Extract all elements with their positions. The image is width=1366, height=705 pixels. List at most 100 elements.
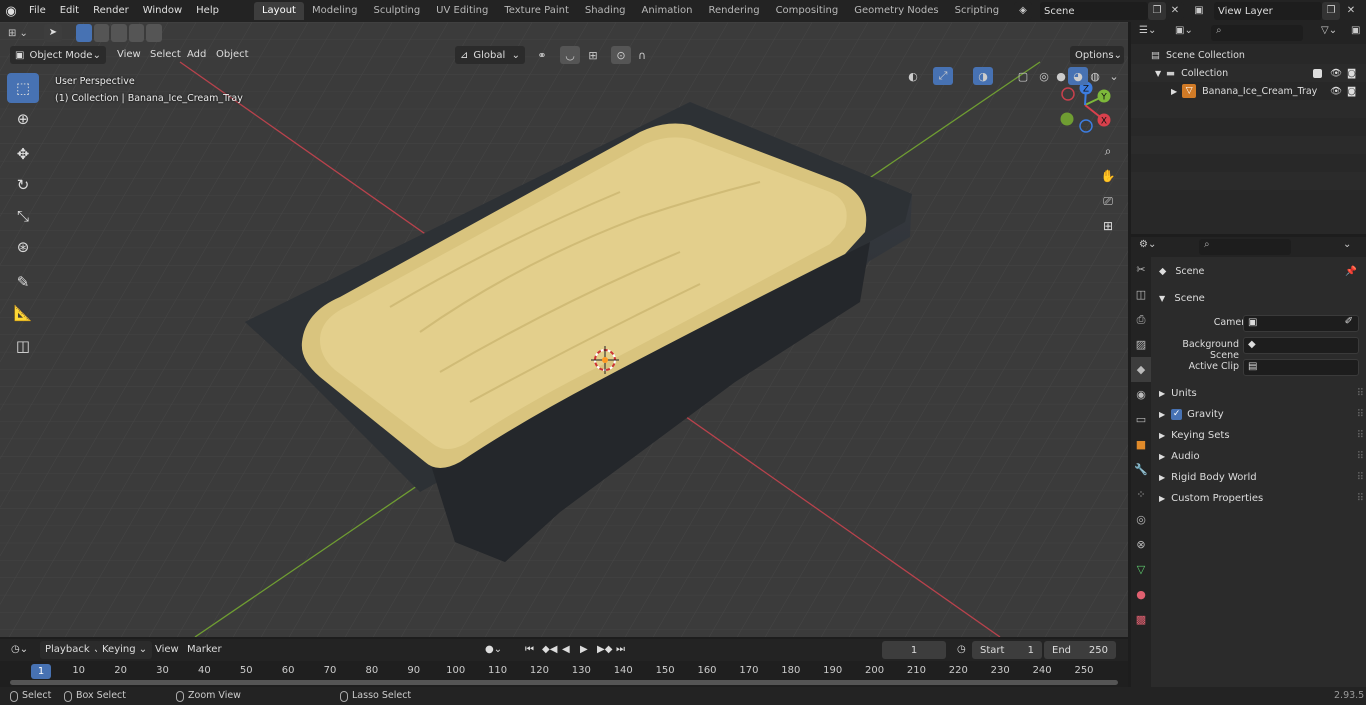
tab-physics-icon[interactable]: ◎ [1131,507,1151,532]
outliner-row-collection[interactable]: ▼ ▬ Collection 👁 ◙ [1131,64,1366,82]
menu-window[interactable]: Window [136,0,189,22]
drag-handle-icon[interactable]: ⠿ [1357,388,1364,399]
camera-field[interactable]: ▣ ✐ [1243,315,1359,332]
tab-render-icon[interactable]: ◫ [1131,282,1151,307]
tab-animation[interactable]: Animation [634,2,701,20]
rotate-tool-icon[interactable]: ↻ [7,170,39,200]
cursor-tool-icon[interactable]: ⊕ [7,104,39,134]
snap-icon[interactable]: ◡ [560,46,580,64]
tab-sculpting[interactable]: Sculpting [365,2,428,20]
pivot-point-icon[interactable]: ⚭ [532,46,552,64]
tab-object-icon[interactable]: ■ [1131,432,1151,457]
viewport-menu-view[interactable]: View [111,46,147,64]
select-extend-icon[interactable] [93,24,110,42]
play-icon[interactable]: ▶ [575,641,593,659]
camera-render-icon[interactable]: ◙ [1347,68,1356,79]
zoom-icon[interactable]: ⌕ [1097,140,1119,162]
timeline-scrollbar[interactable] [10,680,1118,685]
menu-render[interactable]: Render [86,0,136,22]
tab-texture-icon[interactable]: ▩ [1131,607,1151,632]
tab-view-layer-icon[interactable]: ▨ [1131,332,1151,357]
tab-uv-editing[interactable]: UV Editing [428,2,496,20]
overlay-toggle-icon[interactable]: ◑ [973,67,993,85]
gravity-panel-header[interactable]: ▶ ✓ Gravity ⠿ [1153,404,1364,424]
tab-constraints-icon[interactable]: ⊗ [1131,532,1151,557]
expand-arrow-icon[interactable]: ▼ [1155,69,1161,78]
menu-file[interactable]: File [22,0,53,22]
tab-material-icon[interactable]: ● [1131,582,1151,607]
tab-compositing[interactable]: Compositing [768,2,847,20]
proportional-editing-icon[interactable]: ⊙ [611,46,631,64]
eye-icon[interactable]: 👁 [1330,86,1342,97]
custom-properties-panel-header[interactable]: ▶ Custom Properties ⠿ [1153,488,1364,508]
viewport-menu-add[interactable]: Add [181,46,212,64]
select-subtract-icon[interactable] [111,24,127,42]
drag-handle-icon[interactable]: ⠿ [1357,451,1364,462]
blender-logo-icon[interactable]: ◉ [0,0,22,22]
exclude-checkbox[interactable] [1313,68,1322,78]
eyedropper-icon[interactable]: ✐ [1345,316,1353,327]
frame-ruler[interactable]: 1 10 20 30 40 50 60 70 80 90 100 110 120 130 140 150 160… [0,661,1128,687]
tab-rendering[interactable]: Rendering [700,2,767,20]
tab-layout[interactable]: Layout [253,2,304,20]
scale-tool-icon[interactable]: ⤡ [7,201,39,231]
camera-view-icon[interactable]: ⎚ [1097,190,1119,212]
scene-panel-header[interactable]: ▼ Scene [1159,293,1205,304]
pin-icon[interactable]: 📌 [1345,266,1357,277]
drag-handle-icon[interactable]: ⠿ [1357,409,1364,420]
keying-sets-panel-header[interactable]: ▶ Keying Sets ⠿ [1153,425,1364,445]
select-new-icon[interactable] [76,24,92,42]
drag-handle-icon[interactable]: ⠿ [1357,493,1364,504]
tab-modeling[interactable]: Modeling [304,2,366,20]
play-reverse-icon[interactable]: ◀ [557,641,575,659]
active-clip-field[interactable]: ▤ [1243,359,1359,376]
outliner-row-scene-collection[interactable]: ▤ Scene Collection [1131,46,1366,64]
tab-collection-icon[interactable]: ▭ [1131,407,1151,432]
outliner-search-input[interactable]: ⌕ [1211,25,1303,41]
tab-geometry-nodes[interactable]: Geometry Nodes [846,2,946,20]
display-mode-icon[interactable]: ▣⌄ [1175,25,1193,36]
tab-data-icon[interactable]: ▽ [1131,557,1151,582]
tab-scene-icon[interactable]: ◆ [1131,357,1151,382]
drag-handle-icon[interactable]: ⠿ [1357,472,1364,483]
timeline-menu-marker[interactable]: Marker [182,641,227,659]
timeline-editor-type-icon[interactable]: ◷⌄ [6,641,33,659]
scene-selector-icon[interactable]: ◈ [1014,2,1032,20]
record-icon[interactable]: ●⌄ [480,641,507,659]
gizmo-toggle-icon[interactable]: ⤢ [933,67,953,85]
gravity-checkbox[interactable]: ✓ [1171,408,1183,420]
falloff-icon[interactable]: ∩ [632,46,652,64]
pan-hand-icon[interactable]: ✋ [1097,165,1119,187]
select-invert-icon[interactable] [128,24,145,42]
background-scene-field[interactable]: ◆ [1243,337,1359,354]
xray-icon[interactable]: ▢ [1013,67,1033,85]
viewport-menu-object[interactable]: Object [210,46,255,64]
outliner-editor-type-icon[interactable]: ☰⌄ [1139,25,1156,36]
keying-menu[interactable]: Keying ⌄ [97,641,153,659]
drag-handle-icon[interactable]: ⠿ [1357,430,1364,441]
view-layer-copy-icon[interactable]: ❐ [1322,2,1340,20]
filter-icon[interactable]: ▽⌄ [1321,25,1337,36]
tab-scripting[interactable]: Scripting [947,2,1007,20]
transform-orientation-dropdown[interactable]: ⊿ Global ⌄ [455,46,525,64]
camera-render-icon[interactable]: ◙ [1347,86,1356,97]
properties-search-input[interactable]: ⌕ [1199,239,1291,255]
add-cube-tool-icon[interactable]: ◫ [7,331,39,361]
transform-tool-icon[interactable]: ⊛ [7,232,39,262]
properties-editor-type-icon[interactable]: ⚙⌄ [1139,239,1156,250]
tab-world-icon[interactable]: ◉ [1131,382,1151,407]
view-layer-icon[interactable]: ▣ [1190,2,1208,20]
move-tool-icon[interactable]: ✥ [7,139,39,169]
annotate-tool-icon[interactable]: ✎ [7,267,39,297]
tab-particles-icon[interactable]: ⁘ [1131,482,1151,507]
outliner-row-object[interactable]: ▶ ▽ Banana_Ice_Cream_Tray 👁 ◙ [1131,82,1366,100]
start-frame-field[interactable]: Start 1 [972,641,1042,659]
3d-viewport[interactable]: Z Y X ▣ Object Mode ⌄ View Select Add Ob… [0,22,1128,637]
select-intersect-icon[interactable] [146,24,162,42]
tab-shading[interactable]: Shading [577,2,634,20]
timeline-menu-view[interactable]: View [150,641,184,659]
rigid-body-world-panel-header[interactable]: ▶ Rigid Body World ⠿ [1153,467,1364,487]
tab-modifier-icon[interactable]: 🔧 [1131,457,1151,482]
tab-texture-paint[interactable]: Texture Paint [496,2,577,20]
menu-help[interactable]: Help [189,0,226,22]
